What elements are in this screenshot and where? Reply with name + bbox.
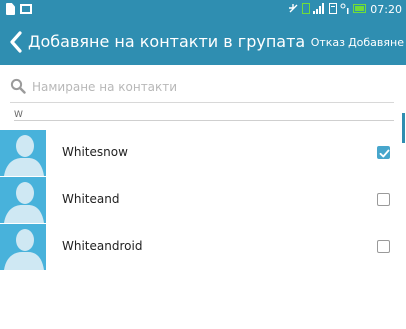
list-item[interactable]: Whiteandroid [0, 224, 406, 270]
person-silhouette-icon [4, 135, 44, 176]
status-left [6, 3, 32, 15]
contact-checkbox[interactable] [377, 240, 390, 253]
status-bar: 07:20 [0, 0, 406, 20]
wifi-icon [340, 3, 350, 17]
back-icon[interactable] [8, 30, 24, 54]
status-right: 07:20 [288, 3, 402, 17]
add-button[interactable]: Добавяне [348, 36, 404, 49]
contact-name: Whiteand [62, 192, 120, 206]
section-header-letter: W [14, 110, 23, 120]
list-item[interactable]: Whiteand [0, 177, 406, 223]
person-silhouette-icon [4, 229, 44, 270]
avatar [0, 224, 46, 270]
sim-icon [302, 3, 311, 17]
status-time: 07:20 [370, 3, 402, 16]
signal-icon [313, 3, 326, 17]
battery-icon [353, 3, 367, 17]
avatar [0, 130, 46, 176]
person-silhouette-icon [4, 182, 44, 223]
section-divider [14, 120, 394, 121]
list-item[interactable]: Whitesnow [0, 130, 406, 176]
search-input[interactable] [30, 76, 384, 98]
page-title: Добавяне на контакти в групата [28, 32, 306, 51]
search-bar [10, 73, 394, 103]
avatar [0, 177, 46, 223]
contact-checkbox[interactable] [377, 146, 390, 159]
cancel-button[interactable]: Отказ [311, 36, 345, 49]
mute-icon [288, 3, 299, 17]
message-icon [20, 4, 32, 14]
notification-icon [329, 3, 338, 17]
contact-name: Whitesnow [62, 145, 128, 159]
contact-checkbox[interactable] [377, 193, 390, 206]
checkmark-icon [379, 149, 390, 158]
search-icon [10, 78, 26, 94]
contact-name: Whiteandroid [62, 239, 143, 253]
document-icon [6, 3, 15, 15]
action-bar: Добавяне на контакти в групата Отказ Доб… [0, 20, 406, 65]
